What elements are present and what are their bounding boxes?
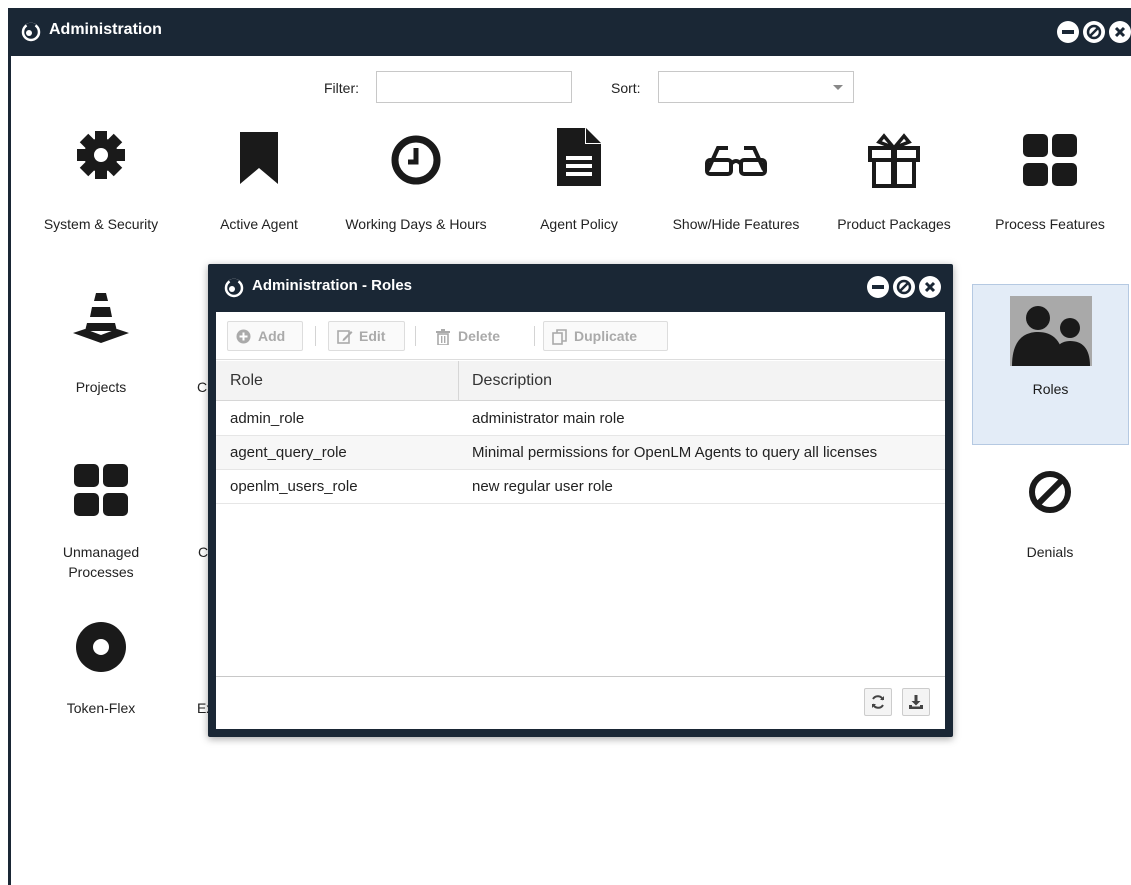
tile-working-days-hours[interactable]: Working Days & Hours [341,128,491,258]
minimize-button[interactable] [867,276,889,298]
grid-icon [74,464,128,516]
filter-label: Filter: [324,80,359,96]
role-cell: agent_query_role [230,444,347,461]
tile-roles[interactable]: Roles [972,284,1129,445]
export-button[interactable] [902,688,930,716]
tile-label: Unmanaged Processes [62,544,140,580]
tile-label: Token-Flex [66,700,136,716]
traffic-cone-icon [73,293,129,343]
refresh-icon [872,695,884,709]
tile-product-packages[interactable]: Product Packages [819,128,969,238]
tile-show-hide-features[interactable]: Show/Hide Features [661,128,811,258]
tile-label: Active Agent [220,216,298,232]
ban-icon [1029,471,1071,513]
dialog-body: Add Edit Delete Duplicate Role Descripti… [216,312,945,729]
document-icon [557,128,601,186]
column-header-role[interactable]: Role [216,361,458,401]
sort-label: Sort: [611,80,641,96]
tile-label: Show/Hide Features [672,216,800,232]
clock-icon [391,135,441,185]
glasses-icon [705,146,767,176]
tile-unmanaged-processes[interactable]: Unmanaged Processes [26,458,176,588]
plus-circle-icon [236,329,251,344]
role-cell: openlm_users_role [230,478,358,495]
maximize-button[interactable] [1083,21,1105,43]
tile-denials[interactable]: Denials [975,458,1125,568]
tile-agent-policy[interactable]: Agent Policy [504,128,654,238]
add-button[interactable]: Add [227,321,303,351]
tile-label: Projects [75,379,127,395]
minimize-button[interactable] [1057,21,1079,43]
role-cell: admin_role [230,410,305,427]
app-logo-icon [21,22,41,42]
table-header: Role Description [216,361,945,401]
edit-button[interactable]: Edit [328,321,405,351]
description-cell: new regular user role [472,478,613,495]
tile-projects[interactable]: Projects [26,293,176,403]
filter-input[interactable] [376,71,572,103]
grid-icon [1023,134,1077,186]
roles-toolbar: Add Edit Delete Duplicate [216,312,945,360]
tile-system-security[interactable]: System & Security [26,128,176,238]
app-logo-icon [224,278,244,298]
window-title: Administration [49,21,162,38]
description-cell: administrator main role [472,410,625,427]
close-button[interactable] [1109,21,1131,43]
users-icon [1010,296,1092,366]
bookmark-icon [240,132,278,184]
tile-process-features[interactable]: Process Features [975,128,1125,238]
tile-label: Process Features [995,216,1105,232]
dialog-footer [216,676,945,729]
sort-select[interactable] [658,71,854,103]
gift-icon [868,133,920,188]
description-cell: Minimal permissions for OpenLM Agents to… [472,444,878,461]
tile-label: Agent Policy [540,216,618,232]
copy-icon [552,329,567,345]
window-titlebar[interactable]: Administration [11,8,1131,56]
edit-icon [337,330,353,344]
chevron-down-icon [833,85,843,90]
table-row[interactable]: agent_query_role Minimal permissions for… [216,436,945,470]
table-row[interactable]: admin_role administrator main role [216,402,945,436]
download-icon [909,695,923,709]
disc-icon [76,622,126,672]
tile-label: System & Security [43,216,159,232]
delete-button[interactable]: Delete [427,321,524,351]
duplicate-button[interactable]: Duplicate [543,321,668,351]
maximize-button[interactable] [893,276,915,298]
tile-token-flex[interactable]: Token-Flex [26,622,176,732]
dialog-title: Administration - Roles [252,277,413,294]
tile-label: Roles [1032,381,1069,397]
tile-label: Denials [1026,544,1074,560]
refresh-button[interactable] [864,688,892,716]
close-button[interactable] [919,276,941,298]
tile-active-agent[interactable]: Active Agent [184,128,334,238]
trash-icon [436,329,450,345]
roles-dialog: Administration - Roles Add Edit Delete D… [208,264,953,737]
column-header-description[interactable]: Description [458,361,945,401]
tile-label: Working Days & Hours [345,216,487,232]
gear-icon [77,131,125,179]
table-row[interactable]: openlm_users_role new regular user role [216,470,945,504]
tile-label: Product Packages [837,216,951,232]
